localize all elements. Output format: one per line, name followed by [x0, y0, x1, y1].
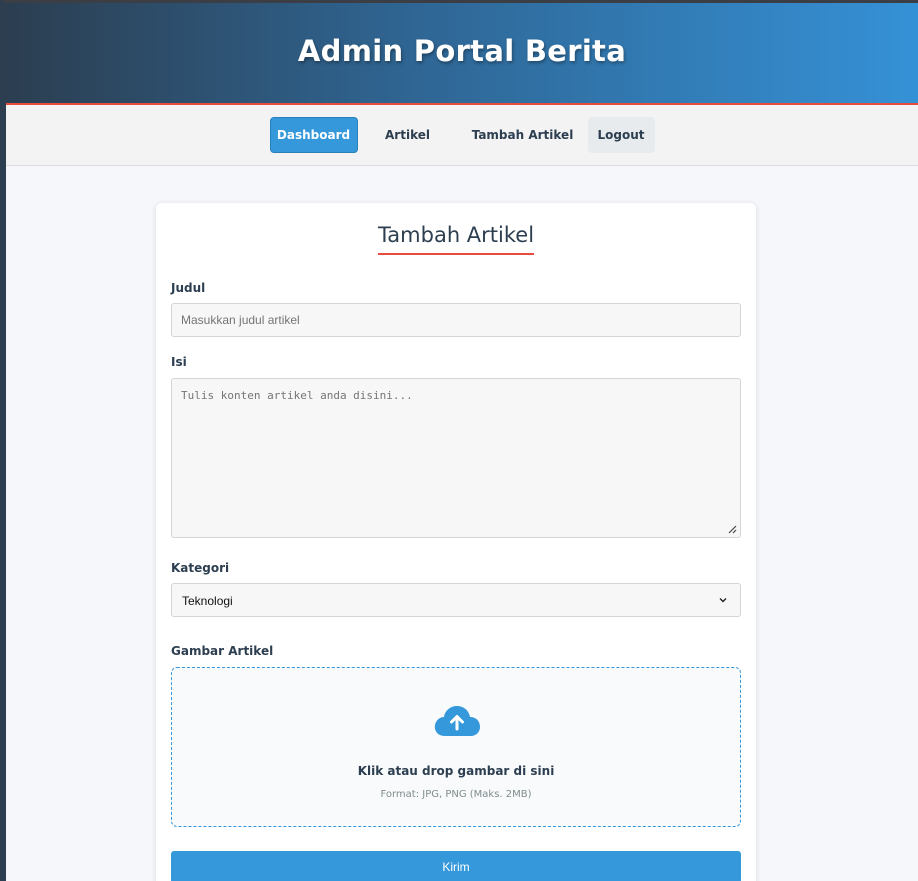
form-heading: Tambah Artikel: [156, 223, 756, 255]
form-title: Tambah Artikel: [377, 223, 535, 255]
page-header: Admin Portal Berita: [6, 3, 918, 105]
gambar-label: Gambar Artikel: [171, 644, 274, 658]
kategori-selected-value: Teknologi: [182, 594, 233, 608]
isi-field-wrapper: [171, 378, 741, 538]
judul-input[interactable]: [172, 304, 740, 336]
dropzone-format-hint: Format: JPG, PNG (Maks. 2MB): [380, 789, 532, 800]
nav-dashboard[interactable]: Dashboard: [269, 117, 358, 153]
dropzone-instruction: Klik atau drop gambar di sini: [357, 764, 555, 778]
nav-artikel[interactable]: Artikel: [358, 117, 458, 153]
nav-logout[interactable]: Logout: [587, 117, 655, 153]
resize-grip-icon[interactable]: [727, 524, 737, 534]
app-window: Admin Portal Berita Dashboard Artikel Ta…: [0, 0, 918, 881]
submit-button[interactable]: Kirim: [171, 851, 741, 881]
judul-field-wrapper: [171, 303, 741, 337]
add-article-card: Tambah Artikel Judul Isi Kategori Teknol…: [156, 203, 756, 881]
image-dropzone[interactable]: Klik atau drop gambar di sini Format: JP…: [171, 667, 741, 827]
chevron-down-icon: [719, 598, 727, 603]
isi-textarea[interactable]: [172, 379, 740, 537]
isi-label: Isi: [171, 355, 187, 369]
kategori-select[interactable]: Teknologi: [171, 583, 741, 617]
nav-tambah-artikel[interactable]: Tambah Artikel: [458, 117, 588, 153]
site-title: Admin Portal Berita: [297, 33, 627, 68]
top-navigation: Dashboard Artikel Tambah Artikel Logout: [6, 105, 918, 166]
cloud-upload-icon: [434, 706, 480, 736]
judul-label: Judul: [171, 281, 206, 295]
kategori-label: Kategori: [171, 561, 230, 575]
